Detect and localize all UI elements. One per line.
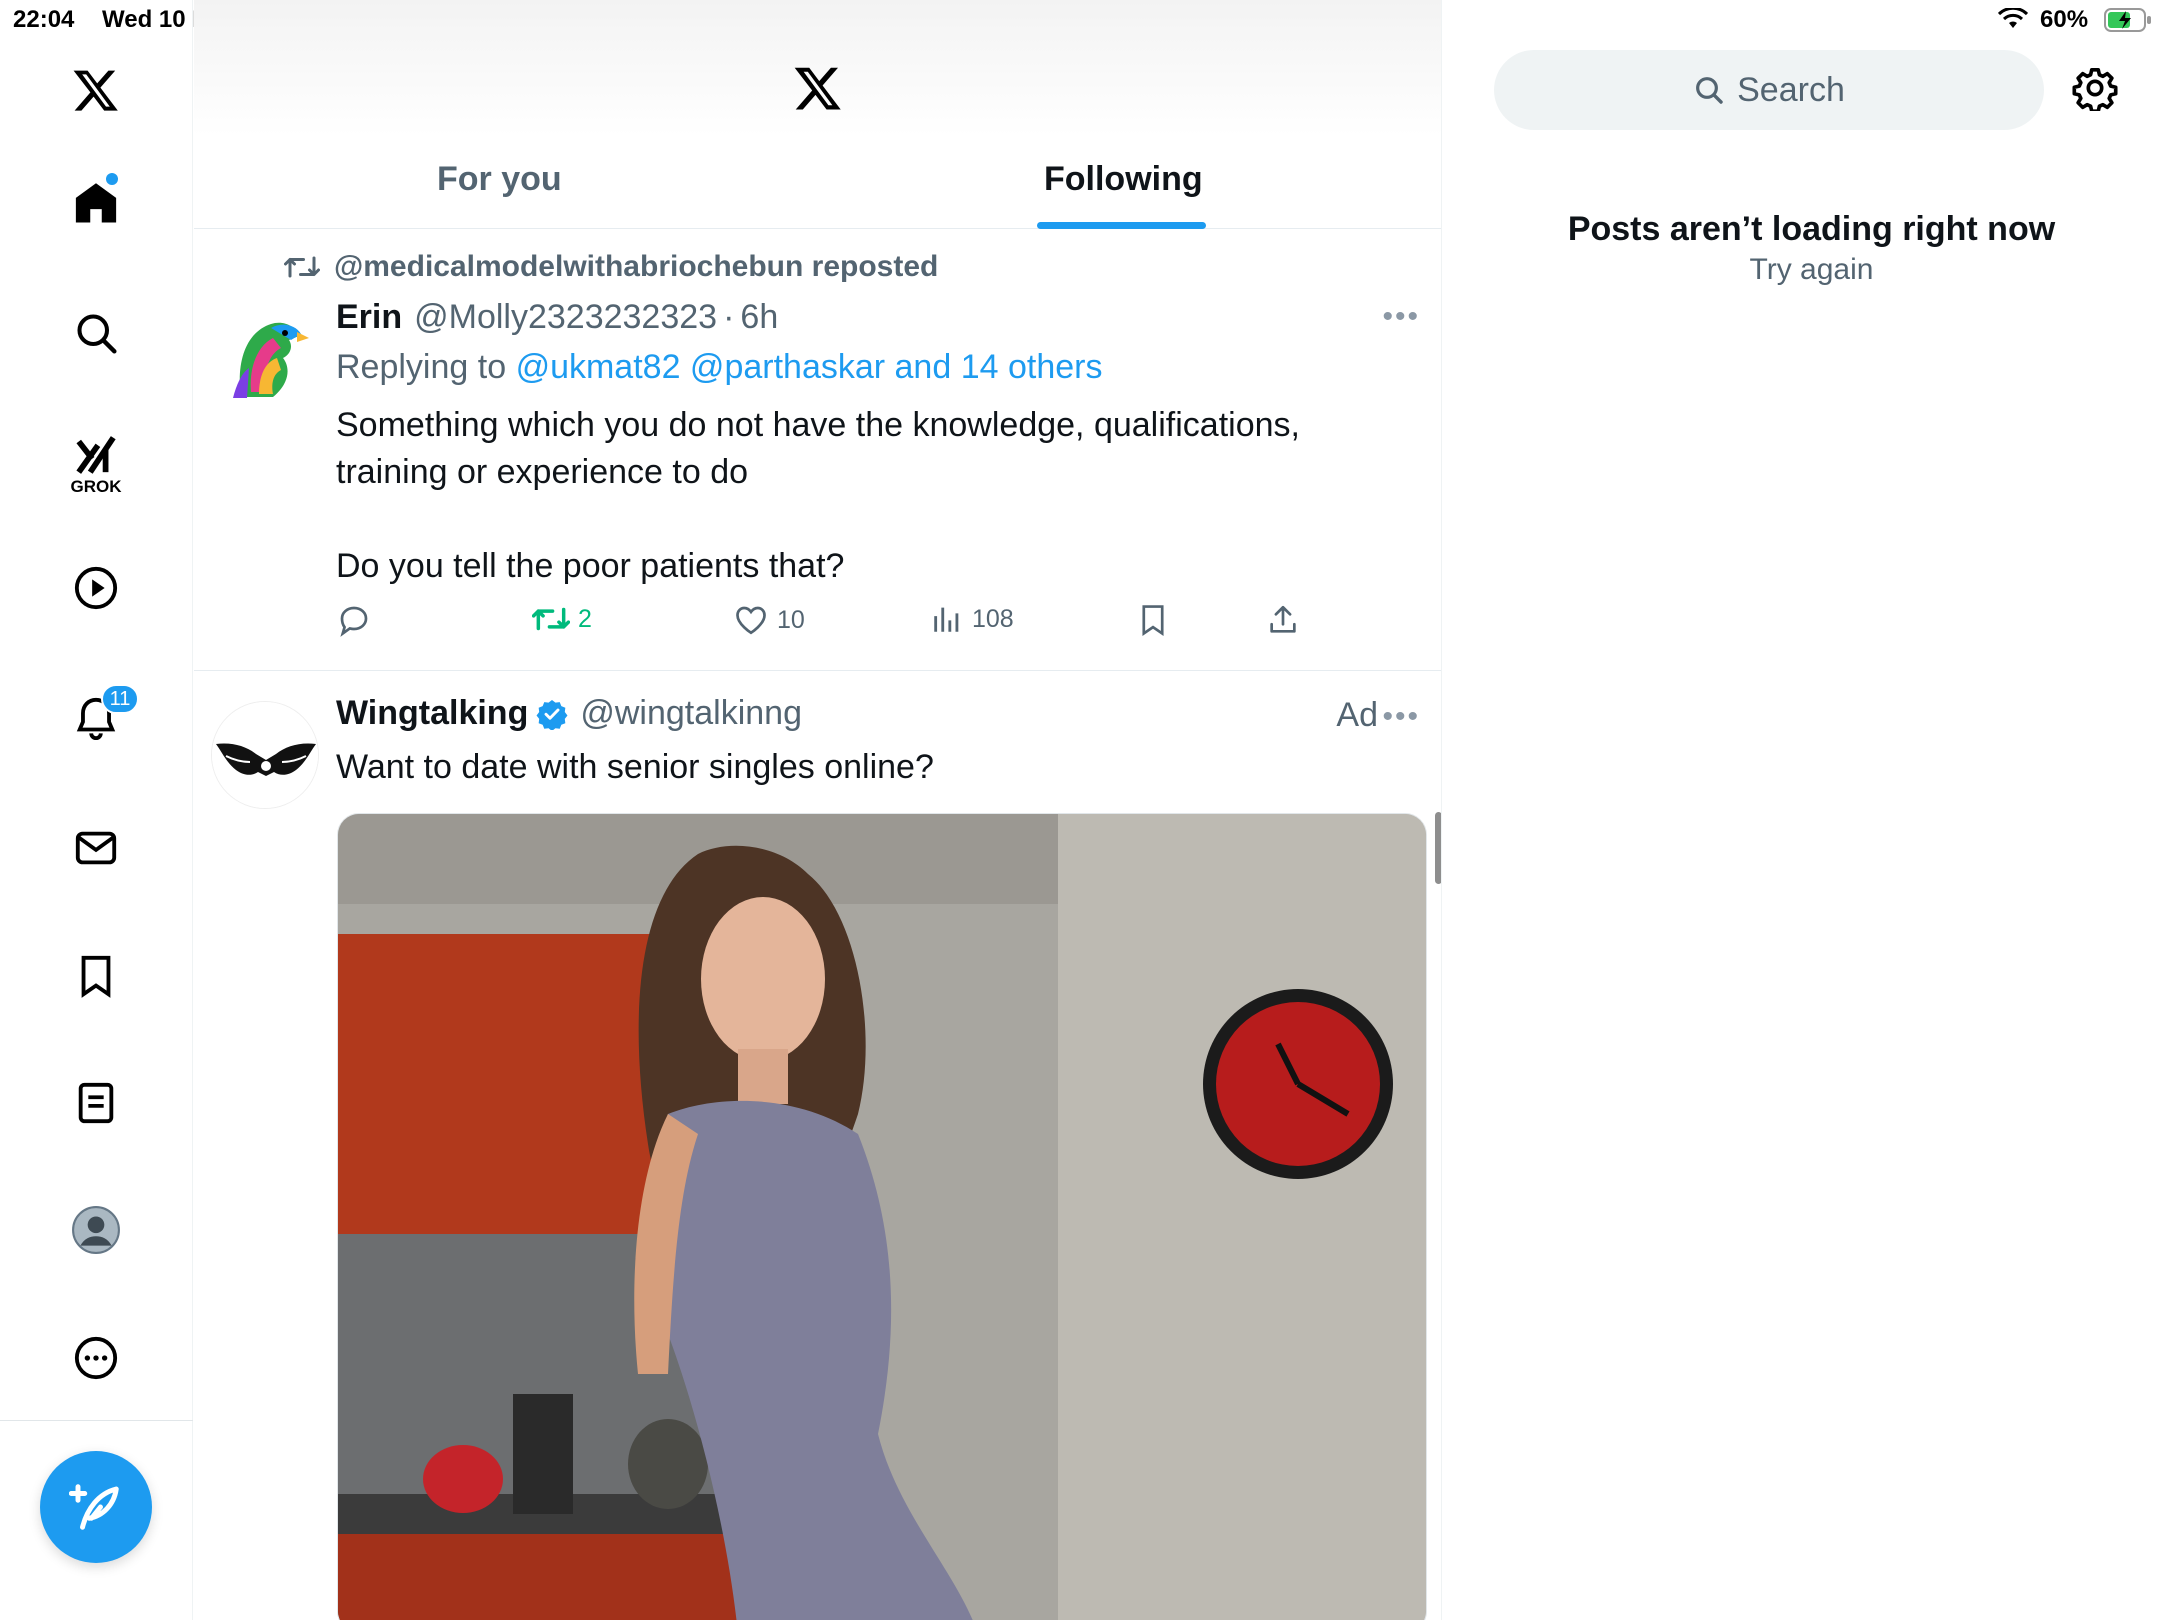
separator: · (723, 298, 735, 336)
retweet-icon (532, 607, 570, 631)
settings-gear-icon[interactable] (2072, 65, 2118, 116)
post-text: Something which you do not have the know… (336, 402, 1336, 590)
profile-avatar-icon[interactable] (63, 1197, 129, 1263)
author-handle[interactable]: @Molly2323232323 (414, 298, 717, 337)
tab-following[interactable]: Following (1044, 160, 1203, 199)
retweet-count: 2 (578, 604, 592, 633)
search-placeholder: Search (1737, 70, 1845, 109)
post-text-paragraph: Do you tell the poor patients that? (336, 547, 845, 585)
grok-label: GROK (70, 477, 122, 496)
search-icon (1696, 77, 1723, 104)
post-text-paragraph: Something which you do not have the know… (336, 406, 1300, 491)
views-button[interactable]: 108 (930, 602, 1014, 636)
eagle-avatar-icon (211, 302, 319, 410)
avatar[interactable] (211, 701, 319, 809)
post-actions: 2 10 108 (336, 602, 1336, 646)
timeline-header: For you Following (194, 0, 1441, 229)
x-logo-icon[interactable] (63, 57, 129, 123)
try-again-link[interactable]: Try again (1443, 253, 2160, 287)
ad-media-image[interactable] (337, 813, 1427, 1620)
replying-to: Replying to @ukmat82 @parthaskar and 14 … (336, 348, 1102, 387)
rail-divider (0, 1420, 193, 1421)
post-more-icon[interactable]: ••• (1382, 700, 1420, 734)
heart-icon (736, 606, 766, 635)
notifications-badge: 11 (101, 684, 139, 714)
retweet-button[interactable]: 2 (532, 602, 592, 636)
search-icon[interactable] (63, 300, 129, 366)
left-navigation-rail: GROK 11 (0, 0, 193, 1620)
post[interactable]: @medicalmodelwithabriochebun reposted Er… (194, 230, 1441, 671)
post-more-icon[interactable]: ••• (1382, 300, 1420, 334)
scrollbar-thumb[interactable] (1435, 812, 1441, 884)
reposted-by-label: @medicalmodelwithabriochebun reposted (334, 250, 939, 283)
bookmark-icon (1142, 605, 1164, 637)
compose-post-button[interactable] (40, 1451, 152, 1563)
reply-icon (340, 606, 368, 637)
reply-button[interactable] (336, 602, 380, 638)
author-name[interactable]: Wingtalking (336, 694, 528, 733)
photo-woman-in-kitchen-image (338, 814, 1426, 1620)
share-icon (1270, 605, 1296, 633)
post-time: 6h (740, 298, 779, 336)
post-text: Want to date with senior singles online? (336, 748, 934, 786)
right-sidebar: Search Posts aren’t loading right now Tr… (1443, 0, 2160, 1620)
active-tab-indicator (1037, 222, 1206, 229)
ad-post[interactable]: Wingtalking @wingtalkinng Ad ••• Want to… (194, 672, 1441, 1620)
search-input[interactable]: Search (1494, 50, 2044, 130)
messages-icon[interactable] (63, 815, 129, 881)
ad-label: Ad (1336, 696, 1378, 734)
bookmark-button[interactable] (1136, 602, 1178, 638)
x-logo-icon[interactable] (792, 63, 844, 118)
home-unread-dot (106, 173, 118, 185)
retweet-icon (284, 256, 320, 278)
trends-error-title: Posts aren’t loading right now (1567, 210, 2056, 248)
author-handle[interactable]: @wingtalkinng (580, 694, 802, 733)
replying-to-mentions[interactable]: @ukmat82 @parthaskar and 14 others (516, 348, 1103, 386)
post-author-row: Erin @Molly2323232323 · 6h (336, 298, 778, 337)
more-icon[interactable] (63, 1325, 129, 1391)
view-count: 108 (972, 604, 1014, 633)
like-count: 10 (777, 605, 805, 634)
avatar[interactable] (211, 302, 319, 410)
replying-to-label: Replying to (336, 348, 507, 386)
views-chart-icon (934, 607, 959, 632)
wings-logo-icon (212, 702, 318, 808)
repost-context: @medicalmodelwithabriochebun reposted (284, 250, 938, 284)
timeline-column: For you Following @medicalmodelwithabrio… (194, 0, 1442, 1620)
home-icon[interactable] (63, 170, 129, 236)
lists-icon[interactable] (63, 1070, 129, 1136)
post-author-row: Wingtalking @wingtalkinng (336, 694, 802, 733)
video-icon[interactable] (63, 555, 129, 621)
author-name[interactable]: Erin (336, 298, 402, 337)
verified-badge-icon (536, 698, 568, 730)
share-button[interactable] (1266, 602, 1308, 638)
feather-plus-icon (69, 1484, 119, 1530)
bookmarks-icon[interactable] (63, 943, 129, 1009)
like-button[interactable]: 10 (733, 602, 805, 638)
tab-for-you[interactable]: For you (437, 160, 562, 199)
